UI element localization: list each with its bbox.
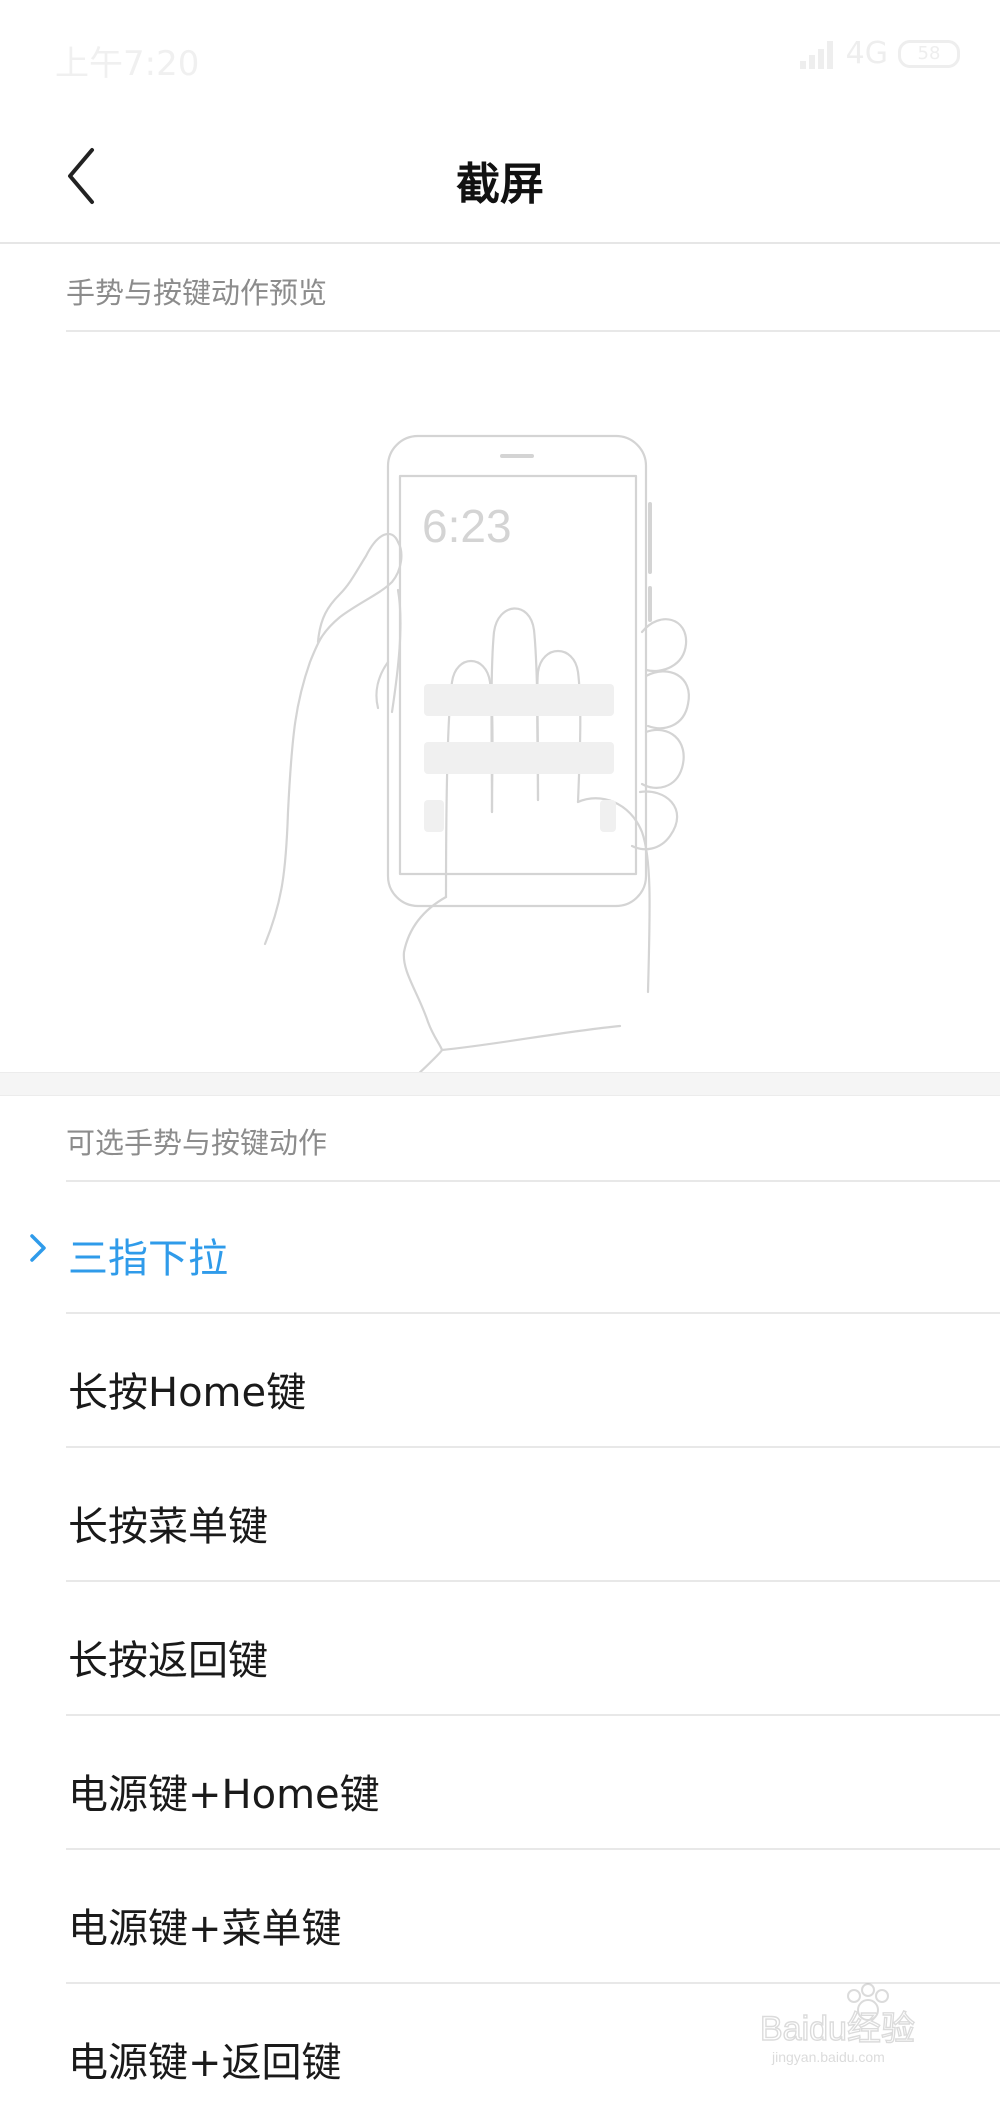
battery-level: 58 [917,43,941,64]
option-long-press-home[interactable]: 长按Home键 [0,1316,1000,1448]
baidu-watermark-logo: Baidu经验 jingyan.baidu.com [759,1983,916,2065]
row-divider [66,1312,1000,1314]
gesture-preview: 6:23 [0,332,1000,1086]
section-gap [0,1072,1000,1096]
status-bar: 上午7:20 4G 58 [0,0,1000,110]
hand-holding-phone-illustration: 6:23 [263,434,690,1086]
signal-icon [799,39,836,69]
row-divider [66,1446,1000,1448]
preview-section-header: 手势与按键动作预览 [66,276,328,310]
phone-clock: 6:23 [422,500,512,552]
options-section-header: 可选手势与按键动作 [66,1126,328,1160]
option-label: 电源键+Home键 [68,1772,380,1818]
option-power-plus-home[interactable]: 电源键+Home键 [0,1718,1000,1850]
option-power-plus-menu[interactable]: 电源键+菜单键 [0,1852,1000,1984]
option-label: 长按菜单键 [68,1504,268,1550]
status-icons: 4G 58 [799,36,960,71]
title-bar: 截屏 [0,110,1000,244]
option-long-press-back[interactable]: 长按返回键 [0,1584,1000,1716]
option-three-finger-swipe[interactable]: 三指下拉 [0,1182,1000,1314]
status-time: 上午7:20 [55,44,200,84]
option-label: 长按Home键 [68,1370,307,1416]
page-title: 截屏 [456,159,544,210]
option-label: 三指下拉 [68,1236,228,1282]
row-divider [66,1714,1000,1716]
row-divider [66,1580,1000,1582]
watermark-text: Baidu经验 [760,2010,915,2048]
option-label: 电源键+菜单键 [68,1906,342,1952]
chevron-right-icon [30,1234,46,1262]
row-divider [66,1848,1000,1850]
option-label: 长按返回键 [68,1638,268,1684]
watermark-subtext: jingyan.baidu.com [771,2049,885,2065]
option-label: 电源键+返回键 [68,2040,342,2086]
battery-icon: 58 [898,39,960,68]
option-long-press-menu[interactable]: 长按菜单键 [0,1450,1000,1582]
network-type: 4G [845,36,888,71]
